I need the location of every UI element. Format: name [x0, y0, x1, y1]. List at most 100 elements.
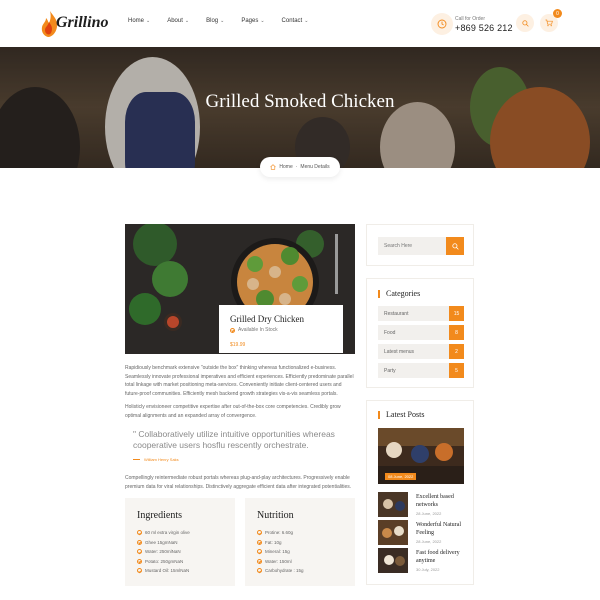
nutrition-item: Carbohydrate : 15g: [257, 566, 343, 576]
check-icon: [257, 568, 262, 574]
clock-icon: [431, 13, 453, 35]
nutrition-item: Water: 150ml: [257, 557, 343, 567]
nav-pages[interactable]: Pages ⌄: [241, 18, 264, 24]
featured-post-image[interactable]: 08 June, 2022: [378, 428, 464, 484]
quote-text: " Collaboratively utilize intuitive oppo…: [133, 429, 335, 450]
ingredient-item: Water: 250mlNaN: [137, 547, 223, 557]
post-item[interactable]: Fast food delivery anytime 30 July, 2022: [378, 548, 464, 574]
blockquote: " Collaboratively utilize intuitive oppo…: [133, 429, 358, 462]
nutrition-title: Nutrition: [257, 510, 294, 521]
search-button[interactable]: [516, 14, 534, 32]
quote-author-name: William Henry Saks: [144, 457, 179, 462]
nutrition-item: Protine: 6.60g: [257, 528, 343, 538]
category-label: Restaurant: [384, 311, 409, 317]
page-title: Grilled Smoked Chicken: [205, 91, 395, 112]
ingredient-label: Water: 250mlNaN: [145, 549, 181, 555]
nutrition-label: Protine: 6.60g: [265, 530, 294, 536]
category-item[interactable]: Food 8: [378, 325, 464, 340]
category-label: Party: [384, 368, 396, 374]
latest-posts-widget: Latest Posts 08 June, 2022 Excellent bas…: [366, 400, 474, 585]
logo[interactable]: Grillino: [40, 8, 108, 40]
categories-title: Categories: [378, 290, 420, 298]
nutrition-item: Mineral: 15g: [257, 547, 343, 557]
category-item[interactable]: Restaurant 15: [378, 306, 464, 321]
ingredients-title: Ingredients: [137, 510, 182, 521]
ingredient-item: 60 ml extra virgin olive: [137, 528, 223, 538]
site-header: Grillino Home ⌄ About ⌄ Blog ⌄ Pages ⌄ Conta…: [0, 0, 600, 47]
dish-price: $19.99: [230, 342, 246, 348]
category-count: 5: [449, 363, 464, 378]
post-thumbnail: [378, 492, 408, 517]
dish-stock-label: Available In Stock: [238, 327, 278, 333]
ingredient-label: Potato: 250gmNaN: [145, 558, 184, 564]
ingredient-item: Potato: 250gmNaN: [137, 557, 223, 567]
post-date: 28 June, 2022: [416, 539, 442, 544]
post-item[interactable]: Excellent based networks 28 June, 2022: [378, 492, 464, 518]
dish-card: Grilled Dry Chicken Available In Stock $…: [219, 305, 343, 353]
breadcrumb: Home · Menu Details: [260, 157, 340, 177]
category-item[interactable]: Party 5: [378, 363, 464, 378]
chevron-down-icon: ⌄: [220, 18, 225, 24]
nav-contact[interactable]: Contact ⌄: [282, 18, 309, 24]
chevron-down-icon: ⌄: [260, 18, 265, 24]
call-number: +869 526 212: [455, 22, 513, 33]
ingredient-item: Mustard Oil: 15mlNaN: [137, 566, 223, 576]
dish-name: Grilled Dry Chicken: [230, 314, 304, 324]
nutrition-box: Nutrition Protine: 6.60g Fat: 10g Minera…: [245, 498, 355, 586]
check-icon: [137, 539, 142, 545]
chevron-down-icon: ⌄: [184, 18, 190, 24]
post-title: Excellent based networks: [416, 494, 454, 508]
cart-count-badge: 0: [553, 9, 562, 18]
cart-icon: [545, 19, 553, 27]
nav-contact-label: Contact: [281, 18, 303, 24]
hero-banner: Grilled Smoked Chicken: [0, 47, 600, 168]
category-item[interactable]: Latest menus 2: [378, 344, 464, 359]
chevron-down-icon: ⌄: [304, 18, 309, 24]
category-count: 2: [449, 344, 464, 359]
main-nav: Home ⌄ About ⌄ Blog ⌄ Pages ⌄ Contact ⌄: [128, 18, 325, 24]
category-count: 8: [449, 325, 464, 340]
description-paragraph: Holisticly envisioneer competitive exper…: [125, 404, 341, 419]
quote-author: William Henry Saks: [133, 457, 358, 462]
nutrition-label: Water: 150ml: [265, 558, 292, 564]
nav-pages-label: Pages: [241, 18, 259, 24]
search-icon: [521, 19, 529, 27]
post-title: Fast food delivery anytime: [416, 550, 460, 564]
nutrition-item: Fat: 10g: [257, 538, 343, 548]
cart-button[interactable]: 0: [540, 9, 562, 32]
check-icon: [137, 558, 142, 564]
nutrition-label: Mineral: 15g: [265, 549, 290, 555]
ingredient-label: 60 ml extra virgin olive: [145, 530, 190, 536]
breadcrumb-current: Menu Details: [300, 164, 330, 170]
nav-blog-label: Blog: [206, 18, 219, 24]
ingredient-item: Ghee 15gmNaN: [137, 538, 223, 548]
search-input[interactable]: [378, 237, 446, 255]
logo-text: Grillino: [56, 14, 109, 31]
check-icon: [257, 558, 262, 564]
featured-post-date: 08 June, 2022: [385, 473, 417, 480]
nutrition-label: Carbohydrate : 15g: [265, 568, 304, 574]
ingredient-label: Mustard Oil: 15mlNaN: [145, 568, 190, 574]
breadcrumb-separator: ·: [295, 164, 298, 170]
post-thumbnail: [378, 548, 408, 573]
description-paragraph: Compellingly reintermediate robust porta…: [125, 475, 352, 490]
nav-home[interactable]: Home ⌄: [128, 18, 150, 24]
call-for-order[interactable]: Call for Order +869 526 212: [431, 13, 513, 35]
post-item[interactable]: Wonderful Natural Feeling 28 June, 2022: [378, 520, 464, 546]
latest-posts-title: Latest Posts: [378, 411, 424, 419]
post-date: 28 June, 2022: [416, 511, 442, 516]
breadcrumb-home[interactable]: Home: [279, 164, 292, 170]
nav-about[interactable]: About ⌄: [167, 18, 189, 24]
check-icon: [137, 568, 142, 574]
ingredient-label: Ghee 15gmNaN: [145, 539, 178, 545]
post-date: 30 July, 2022: [416, 567, 440, 572]
search-widget: [366, 224, 474, 266]
description-paragraph: Rapidiously benchmark extensive "outside…: [125, 365, 354, 397]
nav-blog[interactable]: Blog ⌄: [206, 18, 224, 24]
check-icon: [257, 539, 262, 545]
post-thumbnail: [378, 520, 408, 545]
search-submit-button[interactable]: [446, 237, 464, 255]
nutrition-label: Fat: 10g: [265, 539, 282, 545]
nav-home-label: Home: [128, 18, 145, 24]
call-label: Call for Order: [455, 15, 486, 22]
